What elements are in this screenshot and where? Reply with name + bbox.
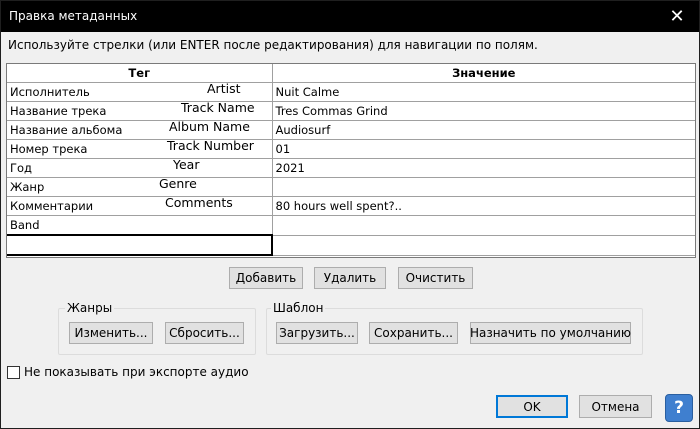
value-cell[interactable]: 01 — [271, 139, 695, 159]
value-cell[interactable] — [271, 234, 695, 256]
template-label: Шаблон — [271, 301, 326, 315]
value-cell[interactable]: Audiosurf — [271, 120, 695, 140]
tag-ru-label: Год — [10, 161, 33, 175]
tag-en-label: Comments — [165, 196, 233, 211]
tag-ru-label: Номер трека — [10, 142, 88, 156]
tag-en-label: Year — [173, 158, 200, 173]
tag-cell[interactable]: Год Year — [7, 158, 273, 178]
tag-en-label: Artist — [207, 82, 241, 97]
table-row[interactable]: Комментарии Comments 80 hours well spent?.… — [7, 196, 695, 216]
tag-en-label: Track Number — [167, 139, 254, 154]
add-button[interactable]: Добавить — [229, 267, 303, 289]
tag-ru-label: Название трека — [10, 104, 107, 118]
header-value[interactable]: Значение — [271, 64, 695, 83]
tag-cell[interactable]: Исполнитель Artist — [7, 82, 273, 102]
dont-show-checkbox[interactable] — [7, 365, 20, 379]
table-row[interactable]: Название трека Track Name Tres Commas Grin… — [7, 101, 695, 121]
tag-en-label: Track Name — [181, 101, 255, 116]
clear-button[interactable]: Очистить — [398, 267, 473, 289]
reset-genres-button[interactable]: Сбросить... — [165, 322, 244, 344]
genres-label: Жанры — [65, 301, 115, 315]
window-title: Правка метаданных — [9, 9, 138, 23]
table-row[interactable]: Номер трека Track Number 01 — [7, 139, 695, 159]
value-cell[interactable] — [271, 177, 695, 197]
header-tag[interactable]: Тег — [7, 64, 273, 83]
load-template-button[interactable]: Загрузить... — [276, 322, 358, 344]
table-row[interactable]: Исполнитель Artist Nuit Calme — [7, 82, 695, 102]
tag-ru-label: Комментарии — [10, 199, 94, 213]
value-cell[interactable]: Tres Commas Grind — [271, 101, 695, 121]
dont-show-checkbox-row[interactable]: Не показывать при экспорте аудио — [7, 365, 249, 379]
tag-cell[interactable]: Комментарии Comments — [7, 196, 273, 216]
instructions-text: Используйте стрелки (или ENTER после ред… — [8, 38, 538, 52]
tag-cell[interactable]: Band — [7, 215, 273, 236]
value-cell[interactable]: 2021 — [271, 158, 695, 178]
tag-ru-label: Исполнитель — [10, 85, 90, 99]
value-cell[interactable]: 80 hours well spent?.. — [271, 196, 695, 216]
table-row[interactable]: Год Year 2021 — [7, 158, 695, 178]
tag-en-label: Genre — [159, 177, 197, 192]
tag-ru-label: Band — [10, 218, 40, 232]
edit-genres-button[interactable]: Изменить... — [69, 322, 153, 344]
metadata-dialog: Правка метаданных ✕ Используйте стрелки … — [0, 0, 700, 429]
dont-show-label: Не показывать при экспорте аудио — [24, 365, 249, 379]
tag-en-label: Album Name — [169, 120, 250, 135]
tag-cell[interactable]: Жанр Genre — [7, 177, 273, 197]
value-cell[interactable] — [271, 215, 695, 236]
metadata-table: Тег Значение Исполнитель Artist Nuit Calme… — [6, 63, 696, 258]
save-template-button[interactable]: Сохранить... — [369, 322, 458, 344]
ok-button[interactable]: OK — [496, 395, 568, 418]
help-icon[interactable]: ? — [665, 394, 693, 422]
tag-edit-input[interactable] — [7, 237, 270, 253]
tag-cell-editor[interactable] — [7, 234, 273, 256]
table-row[interactable]: Жанр Genre — [7, 177, 695, 197]
set-default-button[interactable]: Назначить по умолчанию — [470, 322, 631, 344]
cancel-button[interactable]: Отмена — [579, 395, 652, 418]
table-row[interactable]: Название альбома Album Name Audiosurf — [7, 120, 695, 140]
tag-cell[interactable]: Название трека Track Name — [7, 101, 273, 121]
tag-cell[interactable]: Название альбома Album Name — [7, 120, 273, 140]
table-row-editing[interactable] — [7, 234, 695, 256]
tag-ru-label: Жанр — [10, 180, 45, 194]
title-bar: Правка метаданных ✕ — [1, 1, 699, 32]
tag-ru-label: Название альбома — [10, 123, 123, 137]
table-row[interactable]: Band — [7, 215, 695, 236]
value-cell[interactable]: Nuit Calme — [271, 82, 695, 102]
tag-cell[interactable]: Номер трека Track Number — [7, 139, 273, 159]
close-icon[interactable]: ✕ — [655, 1, 699, 32]
remove-button[interactable]: Удалить — [314, 267, 386, 289]
